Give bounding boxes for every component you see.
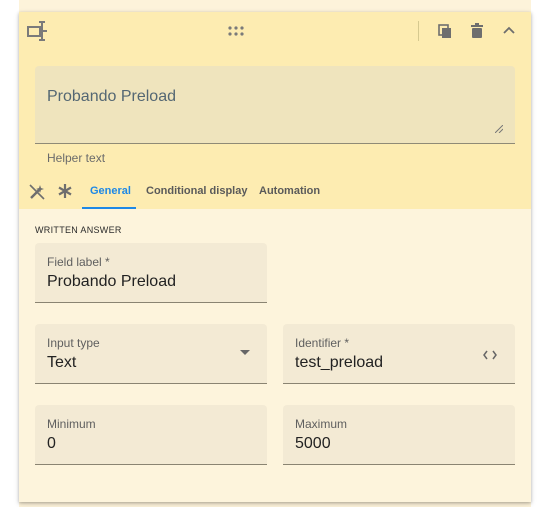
question-text: Probando Preload <box>47 88 176 105</box>
section-title: WRITTEN ANSWER <box>35 225 122 235</box>
question-card: Probando Preload Helper text General Con… <box>19 12 531 502</box>
input-type-select[interactable]: Input type Text <box>35 324 267 384</box>
text-field-icon <box>27 21 47 41</box>
tab-automation[interactable]: Automation <box>259 185 320 197</box>
field-label-value: Probando Preload <box>47 273 176 290</box>
asterisk-icon[interactable] <box>57 183 73 199</box>
field-label-label: Field label * <box>47 255 110 269</box>
active-tab-indicator <box>82 207 136 209</box>
drag-handle-icon[interactable] <box>228 26 244 36</box>
maximum-input[interactable]: Maximum 5000 <box>283 405 515 465</box>
magic-wand-off-icon[interactable] <box>28 183 46 201</box>
input-type-label: Input type <box>47 336 100 350</box>
dropdown-arrow-icon[interactable] <box>240 350 250 356</box>
trash-icon[interactable] <box>471 23 483 38</box>
minimum-input[interactable]: Minimum 0 <box>35 405 267 465</box>
identifier-input[interactable]: Identifier * test_preload <box>283 324 515 384</box>
question-textarea[interactable]: Probando Preload <box>35 66 515 144</box>
copy-icon[interactable] <box>438 24 452 39</box>
background-strip-bottom <box>19 502 531 507</box>
chevron-up-icon[interactable] <box>503 26 515 34</box>
background-strip-top <box>19 0 531 12</box>
input-type-value: Text <box>47 354 77 371</box>
tab-conditional-display[interactable]: Conditional display <box>146 185 247 197</box>
identifier-label: Identifier * <box>295 336 350 350</box>
maximum-label: Maximum <box>295 417 348 431</box>
tabs-bar: General Conditional display Automation <box>19 175 531 209</box>
field-label-input[interactable]: Field label * Probando Preload <box>35 243 267 303</box>
toolbar-divider <box>418 21 419 41</box>
maximum-value: 5000 <box>295 435 331 452</box>
helper-text: Helper text <box>47 151 106 165</box>
resize-grip-icon[interactable] <box>495 125 503 133</box>
minimum-value: 0 <box>47 435 56 452</box>
tab-general[interactable]: General <box>90 185 131 197</box>
card-toolbar <box>19 12 531 50</box>
code-icon[interactable] <box>483 350 497 360</box>
card-header: Probando Preload Helper text General Con… <box>19 12 531 209</box>
minimum-label: Minimum <box>47 417 96 431</box>
identifier-value: test_preload <box>295 354 384 371</box>
